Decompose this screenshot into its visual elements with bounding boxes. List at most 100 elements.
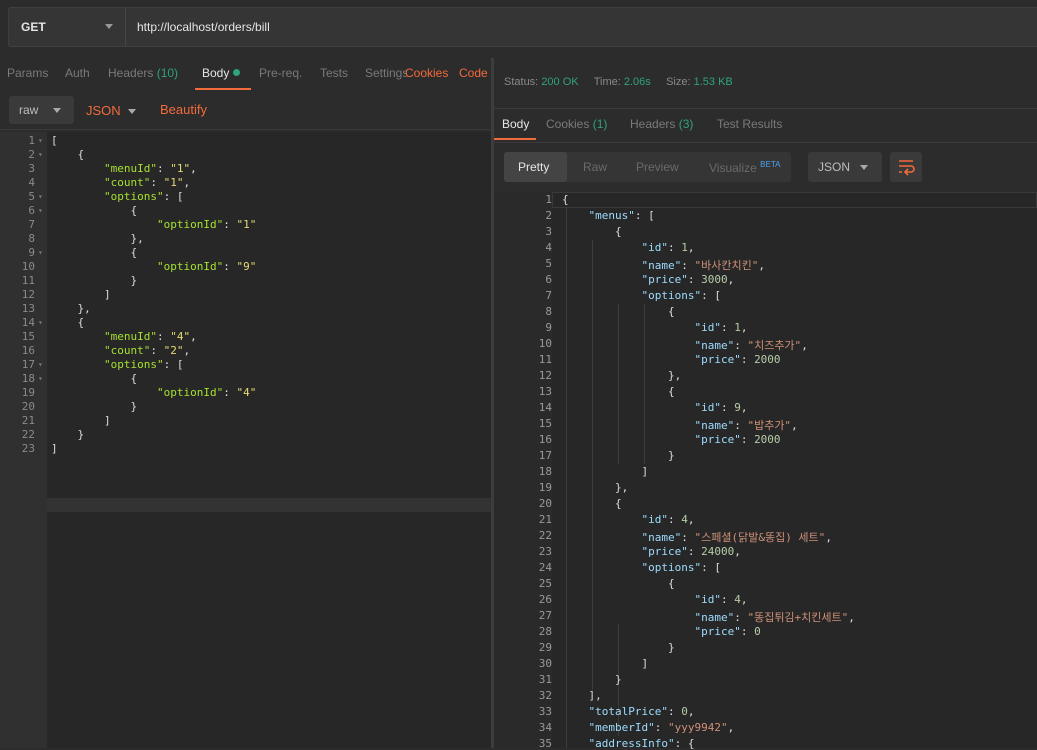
code-line: "options": [ xyxy=(103,358,184,371)
active-line-highlight xyxy=(552,192,1037,208)
active-tab-indicator xyxy=(494,138,536,140)
line-number: 12 xyxy=(538,369,552,382)
response-headers-count: (3) xyxy=(678,117,694,131)
tab-params[interactable]: Params xyxy=(7,66,48,80)
fold-chevron-icon[interactable]: ▾ xyxy=(38,150,43,159)
line-number: 4 xyxy=(545,241,552,254)
tab-prereq[interactable]: Pre-req. xyxy=(259,66,302,80)
request-body-editor[interactable]: 1 ▾ 2 ▾ 3 4 5 ▾ 6 ▾ 7 8 9 ▾ 10 11 12 13 14 ▾ 15 16 17 ▾ 18 ▾ 19 20 2… xyxy=(0,132,491,748)
tab-response-body[interactable]: Body xyxy=(502,117,529,131)
size-value[interactable]: 1.53 KB xyxy=(694,76,733,88)
cookies-count: (1) xyxy=(592,117,608,131)
wrap-lines-button[interactable] xyxy=(890,152,922,182)
code-line: } xyxy=(562,641,675,654)
line-number: 23 xyxy=(21,442,35,455)
preview-button[interactable]: Preview xyxy=(636,160,679,174)
line-number: 8 xyxy=(545,305,552,318)
code-line: "addressInfo": { xyxy=(588,737,695,750)
cookies-link[interactable]: Cookies xyxy=(405,66,448,80)
code-line: "price": 24000, xyxy=(641,545,741,558)
code-line: "id": 1, xyxy=(641,241,695,254)
response-body-viewer[interactable]: 1 2 3 4 5 6 7 8 9 10 11 12 13 14 15 16 17 18 19 20 21 22 23 24 2… xyxy=(494,192,1037,750)
pretty-button[interactable]: Pretty xyxy=(504,152,567,182)
tab-response-headers[interactable]: Headers (3) xyxy=(630,117,693,131)
response-format-select[interactable]: JSON xyxy=(808,152,882,182)
size-label: Size: xyxy=(666,76,691,88)
fold-chevron-icon[interactable]: ▾ xyxy=(38,248,43,257)
code-line: { xyxy=(51,204,138,217)
wrap-lines-icon xyxy=(899,160,915,176)
code-line: { xyxy=(562,577,675,590)
url-input[interactable]: http://localhost/orders/bill xyxy=(137,20,270,34)
code-line: "name": "밥추가", xyxy=(694,419,798,432)
tab-test-results[interactable]: Test Results xyxy=(717,117,782,131)
code-line: } xyxy=(51,428,85,441)
fold-chevron-icon[interactable]: ▾ xyxy=(38,360,43,369)
line-number: 31 xyxy=(538,673,552,686)
modified-dot-icon xyxy=(233,69,241,76)
code-line: "name": "스페셜(닭발&똥집) 세트", xyxy=(641,531,832,544)
code-line: "id": 9, xyxy=(694,401,748,414)
tab-body[interactable]: Body xyxy=(202,66,241,80)
code-line: "optionId": "9" xyxy=(156,260,257,273)
code-line: "count": "2", xyxy=(103,344,191,357)
line-number: 15 xyxy=(21,330,35,343)
tab-headers-label: Headers xyxy=(108,66,154,80)
tab-response-headers-label: Headers xyxy=(630,117,676,131)
chevron-down-icon xyxy=(105,24,113,29)
body-mode-select[interactable]: raw xyxy=(9,96,74,124)
line-number: 17 xyxy=(21,358,35,371)
tab-response-cookies[interactable]: Cookies (1) xyxy=(546,117,607,131)
line-number: 9 xyxy=(545,321,552,334)
line-number: 22 xyxy=(21,428,35,441)
code-line: "options": [ xyxy=(641,289,721,302)
body-format-select[interactable]: JSON xyxy=(86,103,136,118)
method-select[interactable]: GET xyxy=(9,8,126,46)
chevron-down-icon xyxy=(128,109,136,114)
raw-button[interactable]: Raw xyxy=(583,160,607,174)
line-number: 1 xyxy=(545,193,552,206)
time-label: Time: xyxy=(593,76,621,88)
code-line: } xyxy=(51,274,138,287)
line-number: 10 xyxy=(21,260,35,273)
tab-tests[interactable]: Tests xyxy=(320,66,348,80)
fold-chevron-icon[interactable]: ▾ xyxy=(38,136,43,145)
response-meta: Status: 200 OK Time: 2.06s Size: 1.53 KB xyxy=(504,76,733,88)
chevron-down-icon xyxy=(53,108,61,113)
request-pane: Params Auth Headers (10) Body Pre-req. T… xyxy=(0,58,493,748)
status-value[interactable]: 200 OK xyxy=(541,76,578,88)
status-label: Status: xyxy=(504,76,539,88)
line-number: 28 xyxy=(538,625,552,638)
beautify-button[interactable]: Beautify xyxy=(160,102,207,117)
time-value[interactable]: 2.06s xyxy=(624,76,651,88)
tab-auth[interactable]: Auth xyxy=(65,66,90,80)
code-line: ] xyxy=(562,465,649,478)
line-number: 29 xyxy=(538,641,552,654)
line-number: 35 xyxy=(538,737,552,750)
response-toolbar: Pretty Raw Preview Visualize BETA JSON xyxy=(494,142,1037,192)
tab-headers[interactable]: Headers (10) xyxy=(108,66,178,80)
fold-chevron-icon[interactable]: ▾ xyxy=(38,206,43,215)
code-line: "price": 2000 xyxy=(694,433,781,446)
code-line: ] xyxy=(51,414,111,427)
tab-settings[interactable]: Settings xyxy=(365,66,407,80)
fold-chevron-icon[interactable]: ▾ xyxy=(38,318,43,327)
fold-chevron-icon[interactable]: ▾ xyxy=(38,374,43,383)
code-link[interactable]: Code xyxy=(459,66,488,80)
line-number: 33 xyxy=(538,705,552,718)
line-number: 6 xyxy=(28,204,35,217)
code-line: ] xyxy=(51,288,111,301)
code-line: "count": "1", xyxy=(103,176,191,189)
code-line: { xyxy=(51,148,85,161)
visualize-button[interactable]: Visualize BETA xyxy=(709,160,780,175)
code-line: "id": 1, xyxy=(694,321,748,334)
code-line: }, xyxy=(51,302,91,315)
line-number-gutter: 1 ▾ 2 ▾ 3 4 5 ▾ 6 ▾ 7 8 9 ▾ 10 11 12 13 14 ▾ 15 16 17 ▾ 18 ▾ 19 20 2… xyxy=(0,132,47,748)
line-number: 14 xyxy=(538,401,552,414)
line-number: 32 xyxy=(538,689,552,702)
code-line: "menuId": "1", xyxy=(103,162,197,175)
line-number: 3 xyxy=(28,162,35,175)
fold-chevron-icon[interactable]: ▾ xyxy=(38,192,43,201)
line-number: 27 xyxy=(538,609,552,622)
code-line: "menus": [ xyxy=(588,209,655,222)
